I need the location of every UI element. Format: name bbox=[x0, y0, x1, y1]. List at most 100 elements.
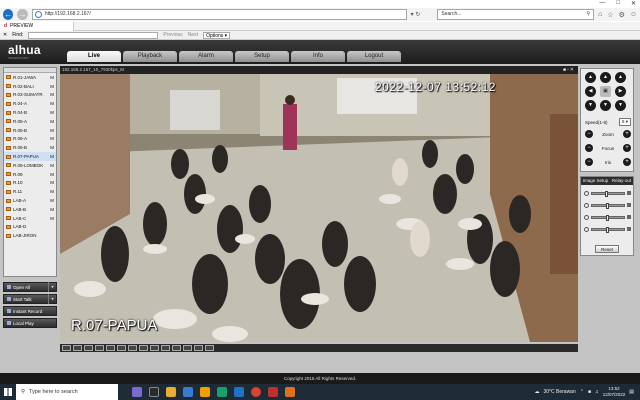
minimize-icon[interactable]: — bbox=[599, 0, 605, 7]
smiley-icon[interactable]: ☺ bbox=[630, 11, 637, 19]
store-icon[interactable] bbox=[217, 387, 227, 397]
zoom-in-icon[interactable]: + bbox=[622, 130, 631, 138]
start-talk-button[interactable]: Start Talk ▾ bbox=[3, 294, 57, 304]
clock[interactable]: 13:52 12/07/2022 bbox=[603, 386, 626, 398]
channel-stream-mark[interactable]: M bbox=[50, 136, 54, 141]
channel-item[interactable]: LAB-JIRON bbox=[4, 231, 56, 240]
forward-icon[interactable]: → bbox=[17, 9, 28, 20]
volume-icon[interactable]: ♫ bbox=[595, 389, 599, 395]
fluency-icon[interactable] bbox=[73, 345, 82, 351]
fullscreen-icon[interactable] bbox=[95, 345, 104, 351]
channel-stream-mark[interactable]: M bbox=[50, 75, 54, 80]
one-split-icon[interactable] bbox=[161, 345, 170, 351]
more-split-icon[interactable] bbox=[205, 345, 214, 351]
channel-stream-mark[interactable]: M bbox=[50, 84, 54, 89]
channel-item[interactable]: R.03-SUMATR M bbox=[4, 91, 56, 100]
network-icon[interactable]: ■ bbox=[588, 389, 591, 395]
snapshot-icon[interactable] bbox=[106, 345, 115, 351]
channel-item[interactable]: R.04-A M bbox=[4, 99, 56, 108]
reset-button[interactable]: Reset bbox=[595, 245, 619, 253]
url-field[interactable]: http://192.168.2.167/ bbox=[31, 9, 407, 20]
maximize-icon[interactable]: □ bbox=[616, 0, 620, 7]
audio-icon[interactable] bbox=[128, 345, 137, 351]
channel-item[interactable]: R.10 M bbox=[4, 179, 56, 188]
channel-stream-mark[interactable]: M bbox=[50, 154, 54, 159]
tab-logout[interactable]: Logout bbox=[347, 51, 401, 62]
channel-stream-mark[interactable]: M bbox=[50, 172, 54, 177]
iris-close-icon[interactable]: − bbox=[585, 158, 593, 166]
tab-image-setup[interactable]: Image Setup bbox=[583, 177, 609, 185]
channel-item[interactable]: LAB-C M bbox=[4, 214, 56, 223]
brightness-slider[interactable] bbox=[584, 189, 631, 197]
record-icon[interactable] bbox=[117, 345, 126, 351]
find-close-icon[interactable]: ✕ bbox=[3, 31, 7, 40]
internet-explorer-icon[interactable] bbox=[234, 387, 244, 397]
focus-in-icon[interactable]: + bbox=[622, 144, 631, 152]
find-options-button[interactable]: Options ▾ bbox=[203, 31, 231, 39]
tab-setup[interactable]: Setup bbox=[235, 51, 289, 62]
channel-item[interactable]: R.07-PAPUA M bbox=[4, 152, 56, 161]
tab-preview[interactable]: d PREVIEW bbox=[0, 21, 75, 31]
chrome-icon[interactable] bbox=[251, 387, 261, 397]
find-input[interactable] bbox=[28, 31, 159, 39]
local-play-button[interactable]: Local Play bbox=[3, 318, 57, 328]
tab-relay-out[interactable]: Relay-out bbox=[612, 177, 631, 185]
ptz-left-icon[interactable]: ◀ bbox=[585, 86, 596, 97]
file-explorer-icon[interactable] bbox=[166, 387, 176, 397]
channel-stream-mark[interactable]: M bbox=[50, 216, 54, 221]
windows-start-button[interactable] bbox=[0, 384, 16, 400]
channel-item[interactable]: R.05-B M bbox=[4, 126, 56, 135]
saturation-slider[interactable] bbox=[584, 225, 631, 233]
refresh-icon[interactable]: ▾ ↻ bbox=[411, 11, 434, 18]
sixteen-split-icon[interactable] bbox=[194, 345, 203, 351]
channel-stream-mark[interactable]: M bbox=[50, 189, 54, 194]
channel-item[interactable]: R.06-B M bbox=[4, 143, 56, 152]
search-field[interactable]: Search... ⚲ bbox=[437, 9, 595, 20]
channel-item[interactable]: R.11 M bbox=[4, 187, 56, 196]
tab-playback[interactable]: Playback bbox=[123, 51, 177, 62]
channel-stream-mark[interactable]: M bbox=[50, 119, 54, 124]
home-icon[interactable]: ⌂ bbox=[598, 11, 602, 19]
news-widget-icon[interactable] bbox=[132, 387, 142, 397]
hue-slider[interactable] bbox=[584, 213, 631, 221]
app-icon[interactable] bbox=[285, 387, 295, 397]
ptz-center-icon[interactable]: ▣ bbox=[600, 86, 611, 97]
channel-item[interactable]: LAB-A M bbox=[4, 196, 56, 205]
ptz-right-icon[interactable]: ▶ bbox=[615, 86, 626, 97]
instant-record-button[interactable]: Instant Record bbox=[3, 306, 57, 316]
tray-chevron-icon[interactable]: ⌃ bbox=[580, 389, 584, 395]
channel-item[interactable]: R.06-A M bbox=[4, 135, 56, 144]
channel-item[interactable]: R.08-LOMBOK M bbox=[4, 161, 56, 170]
back-icon[interactable]: ← bbox=[3, 9, 14, 20]
live-video[interactable]: 2022-12-07 13:52:12 R.07-PAPUA bbox=[60, 74, 578, 342]
app-icon[interactable] bbox=[268, 387, 278, 397]
ptz-up-left-icon[interactable]: ▲ bbox=[585, 72, 596, 83]
find-next-button[interactable]: Next bbox=[188, 31, 198, 40]
channel-item[interactable]: R.05-A M bbox=[4, 117, 56, 126]
channel-item[interactable]: R.02-BALI M bbox=[4, 82, 56, 91]
favorites-icon[interactable]: ☆ bbox=[607, 11, 613, 19]
ptz-down-right-icon[interactable]: ▼ bbox=[615, 100, 626, 111]
dropdown-icon[interactable]: ▾ bbox=[48, 282, 56, 292]
focus-out-icon[interactable]: − bbox=[585, 144, 593, 152]
talk-icon[interactable] bbox=[139, 345, 148, 351]
weather-text[interactable]: 30°C Berawan bbox=[543, 389, 575, 395]
task-view-icon[interactable] bbox=[149, 387, 159, 397]
zoom-icon[interactable] bbox=[84, 345, 93, 351]
zoom-out-icon[interactable]: − bbox=[585, 130, 593, 138]
tab-alarm[interactable]: Alarm bbox=[179, 51, 233, 62]
find-previous-button[interactable]: Previous bbox=[163, 31, 182, 40]
channel-stream-mark[interactable]: M bbox=[50, 128, 54, 133]
gear-icon[interactable]: ⚙ bbox=[619, 11, 625, 19]
channel-stream-mark[interactable]: M bbox=[50, 180, 54, 185]
tab-live[interactable]: Live bbox=[67, 51, 121, 62]
channel-stream-mark[interactable]: M bbox=[50, 207, 54, 212]
taskbar-search[interactable]: ⚲ Type here to search bbox=[16, 384, 118, 400]
notifications-icon[interactable]: ▤ bbox=[629, 389, 634, 395]
ptz-icon[interactable] bbox=[150, 345, 159, 351]
channel-item[interactable]: LAB-D bbox=[4, 223, 56, 232]
channel-stream-mark[interactable]: M bbox=[50, 110, 54, 115]
channel-stream-mark[interactable]: M bbox=[50, 101, 54, 106]
ptz-down-left-icon[interactable]: ▼ bbox=[585, 100, 596, 111]
ptz-up-right-icon[interactable]: ▲ bbox=[615, 72, 626, 83]
